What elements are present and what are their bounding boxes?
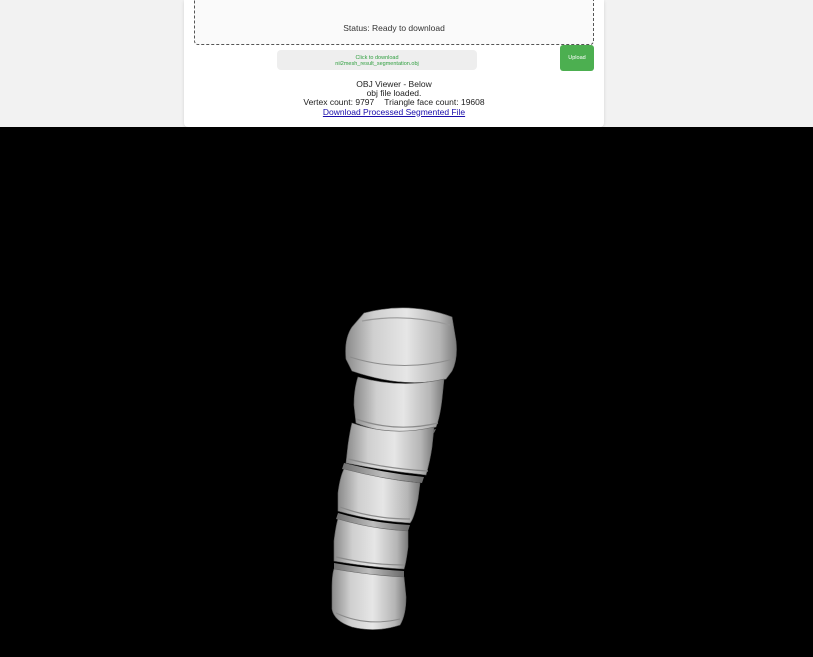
download-filename: nii2mesh_result_segmentation.obj: [335, 61, 419, 67]
file-drop-zone[interactable]: Status: Ready to download: [194, 0, 594, 45]
vertebra-2: [353, 376, 445, 433]
download-processed-link[interactable]: Download Processed Segmented File: [323, 107, 465, 117]
viewer-info: OBJ Viewer - Below obj file loaded. Vert…: [184, 79, 604, 117]
download-result-button[interactable]: Click to download nii2mesh_result_segmen…: [277, 50, 477, 70]
status-text: Status: Ready to download: [343, 23, 445, 33]
spine-mesh-model: [331, 307, 457, 630]
vertebra-1: [345, 307, 457, 383]
page-header-area: Status: Ready to download Click to downl…: [0, 0, 813, 127]
vertebra-6: [331, 568, 407, 630]
obj-viewer-canvas[interactable]: [0, 127, 813, 657]
upload-card: Status: Ready to download Click to downl…: [184, 0, 604, 127]
upload-button[interactable]: Upload: [560, 45, 594, 71]
